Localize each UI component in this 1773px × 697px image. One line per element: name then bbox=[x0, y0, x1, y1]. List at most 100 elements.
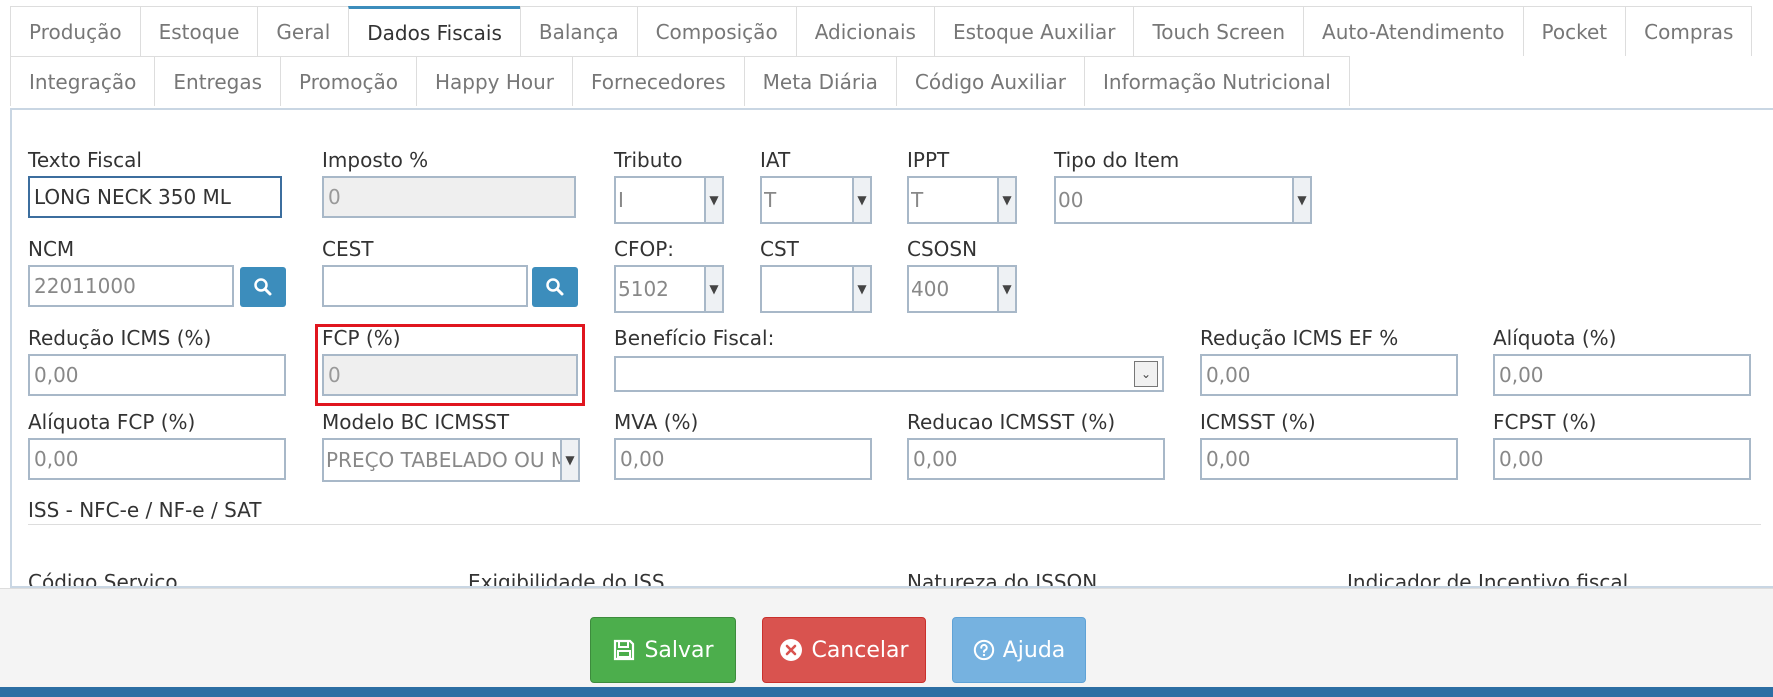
csosn-label: CSOSN bbox=[907, 237, 978, 261]
modelo-bc-label: Modelo BC ICMSST bbox=[322, 410, 510, 434]
tab-codigo-auxiliar[interactable]: Código Auxiliar bbox=[895, 56, 1085, 106]
tab-bar: Produção Estoque Geral Dados Fiscais Bal… bbox=[10, 6, 1773, 106]
tab-estoque-auxiliar[interactable]: Estoque Auxiliar bbox=[933, 6, 1135, 56]
cancel-button[interactable]: Cancelar bbox=[762, 617, 926, 683]
reducao-icmsst-label: Reducao ICMSST (%) bbox=[907, 410, 1116, 434]
tab-happy-hour[interactable]: Happy Hour bbox=[415, 56, 574, 106]
tab-estoque[interactable]: Estoque bbox=[139, 6, 259, 56]
beneficio-fiscal-select[interactable]: ⌄ bbox=[614, 356, 1164, 392]
save-button[interactable]: Salvar bbox=[590, 617, 736, 683]
icmsst-label: ICMSST (%) bbox=[1200, 410, 1316, 434]
csosn-select[interactable]: 400 ▼ bbox=[907, 265, 1017, 313]
cest-input[interactable] bbox=[322, 265, 528, 307]
fcp-input bbox=[322, 354, 578, 396]
tab-pocket[interactable]: Pocket bbox=[1522, 6, 1627, 56]
tab-touch-screen[interactable]: Touch Screen bbox=[1133, 6, 1305, 56]
tab-promocao[interactable]: Promoção bbox=[280, 56, 417, 106]
ncm-label: NCM bbox=[28, 237, 75, 261]
iss-section-title: ISS - NFC-e / NF-e / SAT bbox=[28, 498, 262, 522]
chevron-down-icon: ▼ bbox=[997, 178, 1015, 222]
tipo-item-value: 00 bbox=[1058, 188, 1084, 212]
reducao-icms-ef-label: Redução ICMS EF % bbox=[1200, 326, 1399, 350]
tab-fornecedores[interactable]: Fornecedores bbox=[572, 56, 745, 106]
modelo-bc-value: PREÇO TABELADO OU MÁXIMO bbox=[326, 448, 560, 472]
tab-compras[interactable]: Compras bbox=[1625, 6, 1753, 56]
tributo-label: Tributo bbox=[614, 148, 683, 172]
chevron-down-icon: ▼ bbox=[852, 178, 870, 222]
texto-fiscal-label: Texto Fiscal bbox=[28, 148, 142, 172]
reducao-icms-ef-input[interactable] bbox=[1200, 354, 1458, 396]
exigibilidade-iss-label: Exigibilidade do ISS bbox=[468, 570, 665, 588]
tab-adicionais[interactable]: Adicionais bbox=[795, 6, 935, 56]
fcpst-label: FCPST (%) bbox=[1493, 410, 1597, 434]
ippt-select[interactable]: T ▼ bbox=[907, 176, 1017, 224]
fcpst-input[interactable] bbox=[1493, 438, 1751, 480]
tab-integracao[interactable]: Integração bbox=[10, 56, 156, 106]
tab-dados-fiscais[interactable]: Dados Fiscais bbox=[348, 6, 521, 56]
footer-toolbar: Salvar Cancelar Ajuda bbox=[0, 588, 1773, 687]
beneficio-fiscal-label: Benefício Fiscal: bbox=[614, 326, 775, 350]
fiscal-data-panel: Texto Fiscal Imposto % Tributo I ▼ IAT T… bbox=[10, 108, 1773, 588]
floppy-disk-icon bbox=[614, 639, 635, 661]
tipo-item-select[interactable]: 00 ▼ bbox=[1054, 176, 1312, 224]
reducao-icms-label: Redução ICMS (%) bbox=[28, 326, 212, 350]
tab-row-2: Integração Entregas Promoção Happy Hour … bbox=[10, 56, 1773, 106]
section-divider bbox=[28, 524, 1761, 525]
tab-producao[interactable]: Produção bbox=[10, 6, 141, 56]
codigo-servico-label: Código Servico bbox=[28, 570, 178, 588]
cancel-label: Cancelar bbox=[811, 637, 909, 663]
mva-input[interactable] bbox=[614, 438, 872, 480]
ncm-input[interactable] bbox=[28, 265, 234, 307]
aliquota-input[interactable] bbox=[1493, 354, 1751, 396]
imposto-input bbox=[322, 176, 576, 218]
search-icon bbox=[254, 278, 272, 296]
tab-auto-atendimento[interactable]: Auto-Atendimento bbox=[1303, 6, 1524, 56]
iat-select[interactable]: T ▼ bbox=[760, 176, 872, 224]
chevron-down-icon: ▼ bbox=[997, 267, 1015, 311]
tab-entregas[interactable]: Entregas bbox=[154, 56, 282, 106]
ippt-label: IPPT bbox=[907, 148, 950, 172]
chevron-down-icon: ▼ bbox=[704, 178, 722, 222]
chevron-down-icon: ▼ bbox=[704, 267, 722, 311]
search-icon bbox=[546, 278, 564, 296]
csosn-value: 400 bbox=[911, 277, 950, 301]
cest-search-button[interactable] bbox=[532, 267, 578, 307]
tab-balanca[interactable]: Balança bbox=[519, 6, 638, 56]
tab-row-1: Produção Estoque Geral Dados Fiscais Bal… bbox=[10, 6, 1773, 56]
tipo-item-label: Tipo do Item bbox=[1054, 148, 1180, 172]
icmsst-input[interactable] bbox=[1200, 438, 1458, 480]
chevron-down-icon: ▼ bbox=[852, 267, 870, 311]
help-button[interactable]: Ajuda bbox=[952, 617, 1086, 683]
ncm-search-button[interactable] bbox=[240, 267, 286, 307]
imposto-label: Imposto % bbox=[322, 148, 429, 172]
reducao-icms-input[interactable] bbox=[28, 354, 286, 396]
save-label: Salvar bbox=[644, 637, 714, 663]
cst-select[interactable]: ▼ bbox=[760, 265, 872, 313]
tributo-select[interactable]: I ▼ bbox=[614, 176, 724, 224]
cfop-label: CFOP: bbox=[614, 237, 675, 261]
modelo-bc-select[interactable]: PREÇO TABELADO OU MÁXIMO ▼ bbox=[322, 438, 580, 482]
ippt-value: T bbox=[911, 188, 924, 212]
chevron-down-icon: ▼ bbox=[1292, 178, 1310, 222]
cfop-value: 5102 bbox=[618, 277, 669, 301]
aliquota-label: Alíquota (%) bbox=[1493, 326, 1617, 350]
aliquota-fcp-input[interactable] bbox=[28, 438, 286, 480]
tributo-value: I bbox=[618, 188, 624, 212]
mva-label: MVA (%) bbox=[614, 410, 699, 434]
cest-label: CEST bbox=[322, 237, 374, 261]
chevron-down-icon: ▼ bbox=[560, 440, 578, 480]
aliquota-fcp-label: Alíquota FCP (%) bbox=[28, 410, 196, 434]
reducao-icmsst-input[interactable] bbox=[907, 438, 1165, 480]
iat-label: IAT bbox=[760, 148, 791, 172]
tab-composicao[interactable]: Composição bbox=[636, 6, 797, 56]
tab-informacao-nutricional[interactable]: Informação Nutricional bbox=[1084, 56, 1350, 106]
close-circle-icon bbox=[780, 639, 803, 661]
question-circle-icon bbox=[973, 639, 994, 661]
tab-meta-diaria[interactable]: Meta Diária bbox=[743, 56, 897, 106]
cfop-select[interactable]: 5102 ▼ bbox=[614, 265, 724, 313]
texto-fiscal-input[interactable] bbox=[28, 176, 282, 218]
fcp-label: FCP (%) bbox=[322, 326, 401, 350]
chevron-down-icon: ⌄ bbox=[1134, 361, 1158, 387]
tab-geral[interactable]: Geral bbox=[257, 6, 350, 56]
iat-value: T bbox=[764, 188, 777, 212]
